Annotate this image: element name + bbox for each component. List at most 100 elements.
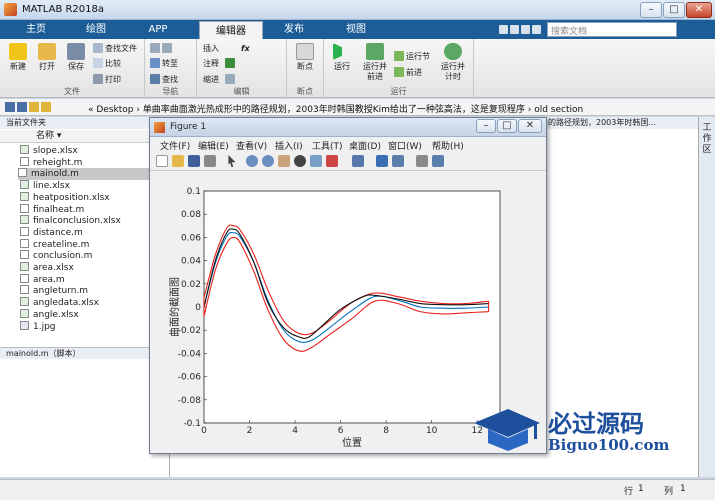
nav-buttons[interactable]: [5, 102, 81, 113]
image-file-icon: [20, 320, 29, 330]
new-figure-icon[interactable]: [156, 155, 168, 167]
file-item[interactable]: 1.jpg: [20, 320, 56, 333]
tab-editor[interactable]: 编辑器: [199, 21, 263, 40]
file-item[interactable]: angledata.xlsx: [20, 297, 99, 309]
nav-arrows[interactable]: [150, 43, 174, 55]
figure-menu-item[interactable]: 查看(V): [236, 139, 267, 152]
data-cursor-icon[interactable]: [310, 155, 322, 167]
run-button[interactable]: 运行: [328, 43, 356, 72]
tab-home[interactable]: 主页: [8, 20, 64, 39]
save-icon: [67, 43, 85, 60]
figure-menu-item[interactable]: 编辑(E): [198, 139, 229, 152]
breakpoints-button[interactable]: 断点: [291, 43, 319, 72]
status-bar: 行 1 列 1: [0, 479, 715, 500]
pointer-icon[interactable]: [228, 155, 236, 167]
comment-button[interactable]: 注释: [203, 58, 219, 70]
file-item[interactable]: mainold.m: [18, 168, 158, 181]
run-time-button[interactable]: 运行并 计时: [436, 43, 470, 82]
figure-menu-item[interactable]: 桌面(D): [349, 139, 381, 152]
indent-icon[interactable]: [225, 74, 237, 86]
print-figure-icon[interactable]: [204, 155, 216, 167]
forward-icon[interactable]: [17, 102, 27, 112]
script-file-icon: [20, 238, 29, 248]
folder-path[interactable]: « Desktop › 单曲率曲面激光热成形中的路径规划，2003年时韩国教授K…: [88, 102, 583, 115]
new-button[interactable]: 新建: [4, 43, 32, 72]
open-button[interactable]: 打开: [33, 43, 61, 72]
run-section-button[interactable]: 运行节: [394, 51, 430, 63]
figure-menu-item[interactable]: 窗口(W): [388, 139, 422, 152]
breakpoint-icon: [296, 43, 314, 60]
x-tick-label: 4: [292, 426, 298, 436]
maximize-button[interactable]: □: [663, 2, 685, 18]
watermark-en: Biguo100.com: [548, 436, 670, 454]
colorbar-icon[interactable]: [376, 155, 388, 167]
file-item[interactable]: line.xlsx: [20, 180, 70, 192]
tab-plots[interactable]: 绘图: [68, 20, 124, 39]
file-item[interactable]: reheight.m: [20, 156, 82, 169]
file-item[interactable]: distance.m: [20, 226, 83, 239]
open-file-icon[interactable]: [172, 155, 184, 167]
fx-button[interactable]: fx: [241, 43, 250, 55]
figure-menu-item[interactable]: 文件(F): [160, 139, 190, 152]
file-section-caption: 文件: [64, 87, 80, 96]
run-advance-button[interactable]: 运行并 前进: [360, 43, 390, 82]
figure-minimize-button[interactable]: –: [476, 119, 496, 133]
pan-icon[interactable]: [278, 155, 290, 167]
figure-toolbar: [150, 152, 546, 171]
indent-button[interactable]: 缩进: [203, 74, 219, 86]
find-button[interactable]: 查找: [150, 74, 178, 86]
legend-icon[interactable]: [392, 155, 404, 167]
save-button[interactable]: 保存: [62, 43, 90, 72]
save-figure-icon[interactable]: [188, 155, 200, 167]
file-item[interactable]: area.m: [20, 273, 65, 286]
link-plot-icon[interactable]: [352, 155, 364, 167]
figure-menu-item[interactable]: 插入(I): [275, 139, 303, 152]
percent-icon[interactable]: [225, 58, 237, 70]
advance-button[interactable]: 前进: [394, 67, 422, 79]
goto-button[interactable]: 转至: [150, 58, 178, 70]
figure-close-button[interactable]: ✕: [518, 119, 542, 133]
file-item[interactable]: area.xlsx: [20, 262, 74, 274]
close-button[interactable]: ✕: [686, 2, 712, 18]
insert-button[interactable]: 插入: [203, 43, 219, 55]
hide-plot-tools-icon[interactable]: [416, 155, 428, 167]
y-tick-label: 0.1: [187, 187, 201, 197]
file-item[interactable]: angle.xlsx: [20, 308, 79, 321]
graduation-cap-icon: [474, 409, 540, 451]
brush-icon[interactable]: [326, 155, 338, 167]
figure-menu-item[interactable]: 工具(T): [312, 139, 343, 152]
tab-publish[interactable]: 发布: [266, 20, 322, 39]
figure-maximize-button[interactable]: □: [497, 119, 517, 133]
compare-button[interactable]: 比较: [93, 58, 121, 70]
rotate-icon[interactable]: [294, 155, 306, 167]
file-name: area.xlsx: [33, 263, 74, 273]
tab-view[interactable]: 视图: [328, 20, 384, 39]
script-file-icon: [20, 285, 29, 295]
file-item[interactable]: heatposition.xlsx: [20, 191, 110, 204]
file-item[interactable]: conclusion.m: [20, 250, 92, 262]
search-input[interactable]: 搜索文档: [547, 22, 677, 37]
figure-menu-item[interactable]: 帮助(H): [432, 139, 464, 152]
file-item[interactable]: createline.m: [20, 238, 89, 251]
spreadsheet-file-icon: [20, 180, 29, 190]
file-name: conclusion.m: [33, 251, 93, 262]
file-item[interactable]: slope.xlsx: [20, 145, 78, 157]
file-name: angleturn.m: [33, 286, 89, 297]
file-item[interactable]: angleturn.m: [20, 285, 88, 297]
tab-apps[interactable]: APP: [130, 20, 186, 39]
name-column-header[interactable]: 名称 ▾: [0, 130, 170, 143]
show-plot-tools-icon[interactable]: [432, 155, 444, 167]
up-folder-icon[interactable]: [29, 102, 39, 112]
browse-folder-icon[interactable]: [41, 102, 51, 112]
quick-access-toolbar[interactable]: [498, 21, 544, 38]
minimize-button[interactable]: –: [640, 2, 662, 18]
run-icon: [333, 43, 351, 60]
file-item[interactable]: finalheat.m: [20, 203, 84, 216]
find-files-button[interactable]: 查找文件: [93, 43, 137, 55]
zoom-in-icon[interactable]: [246, 155, 258, 167]
zoom-out-icon[interactable]: [262, 155, 274, 167]
file-item[interactable]: finalconclusion.xlsx: [20, 215, 121, 227]
back-icon[interactable]: [5, 102, 15, 112]
ribbon-tab-bar: 主页 绘图 APP 编辑器 发布 视图 搜索文档: [0, 20, 715, 40]
print-button[interactable]: 打印: [93, 74, 121, 86]
